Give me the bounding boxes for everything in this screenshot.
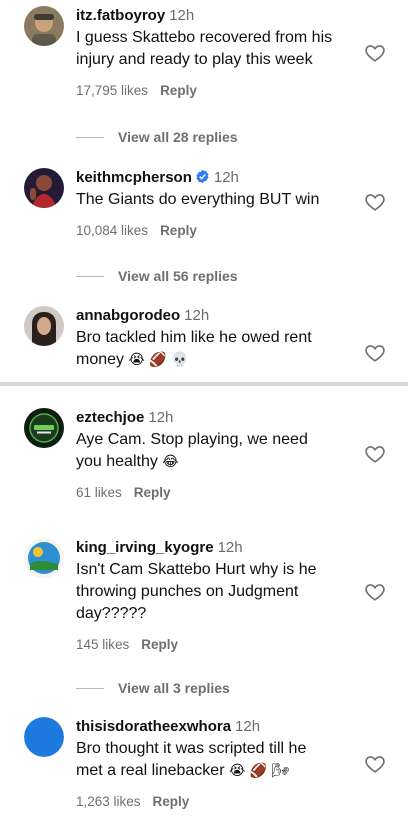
comment-time: 12h [213, 169, 239, 186]
username[interactable]: king_irving_kyogre [76, 539, 214, 556]
comments-section-bottom: eztechjoe 12h Aye Cam. Stop playing, we n… [0, 386, 408, 839]
username[interactable]: eztechjoe [76, 409, 144, 426]
comment-time: 12h [235, 718, 261, 735]
likes-count[interactable]: 10,084 likes [76, 223, 148, 238]
heart-outline-icon [365, 756, 385, 773]
comment-text: Bro tackled him like he owed rent money … [76, 327, 346, 371]
avatar[interactable] [24, 717, 64, 757]
username[interactable]: keithmcpherson [76, 169, 192, 186]
reply-button[interactable]: Reply [153, 794, 190, 809]
heart-outline-icon [365, 194, 385, 211]
likes-count[interactable]: 17,795 likes [76, 83, 148, 98]
like-button[interactable] [364, 753, 386, 775]
comment-line-text: you healthy [76, 453, 158, 470]
heart-outline-icon [365, 584, 385, 601]
emoji-group: 😂 [162, 454, 179, 470]
avatar-logo-icon [24, 408, 64, 448]
comment-line-text: money [76, 351, 125, 368]
likes-count[interactable]: 145 likes [76, 637, 129, 652]
view-replies-label: View all 28 replies [118, 129, 238, 145]
comments-section-top: itz.fatboyroy 12h I guess Skattebo recove… [0, 0, 408, 383]
replies-divider-line [76, 687, 104, 689]
comment-line: you healthy 😂 [76, 451, 346, 473]
comment-text: Isn't Cam Skattebo Hurt why is he throwi… [76, 559, 346, 625]
comment-time: 12h [169, 7, 195, 24]
likes-count[interactable]: 61 likes [76, 485, 122, 500]
replies-divider-line [76, 136, 104, 138]
verified-badge-icon [195, 169, 210, 184]
username[interactable]: annabgorodeo [76, 307, 180, 324]
comment-text: Aye Cam. Stop playing, we need you healt… [76, 429, 346, 473]
comment-text: The Giants do everything BUT win [76, 189, 346, 211]
reply-button[interactable]: Reply [134, 485, 171, 500]
comment-meta: 61 likes Reply [76, 485, 346, 500]
comment-time: 12h [184, 307, 210, 324]
username[interactable]: itz.fatboyroy [76, 7, 165, 24]
comment-line: The Giants do everything BUT win [76, 191, 320, 208]
comment-line: throwing punches on Judgment [76, 583, 299, 600]
emoji-group: 😭 🏈 🌬 [228, 763, 290, 779]
view-replies-button[interactable]: View all 3 replies [76, 679, 230, 697]
comment-line: Bro thought it was scripted till he [76, 740, 307, 757]
avatar-blank-icon [24, 717, 64, 757]
reply-button[interactable]: Reply [160, 83, 197, 98]
avatar-photo-icon [24, 306, 64, 346]
avatar[interactable] [24, 306, 64, 346]
like-button[interactable] [364, 581, 386, 603]
comment-meta: 145 likes Reply [76, 637, 346, 652]
like-button[interactable] [364, 191, 386, 213]
comment-meta: 10,084 likes Reply [76, 223, 346, 238]
comment-text: Bro thought it was scripted till he met … [76, 738, 346, 782]
comment-meta: 17,795 likes Reply [76, 83, 346, 98]
comment-line: injury and ready to play this week [76, 51, 313, 68]
avatar[interactable] [24, 168, 64, 208]
comment-time: 12h [148, 409, 174, 426]
like-button[interactable] [364, 342, 386, 364]
comment-line: Isn't Cam Skattebo Hurt why is he [76, 561, 317, 578]
view-replies-button[interactable]: View all 28 replies [76, 128, 238, 146]
like-button[interactable] [364, 443, 386, 465]
comment-text: I guess Skattebo recovered from his inju… [76, 27, 346, 71]
heart-outline-icon [365, 446, 385, 463]
avatar-photo-icon [24, 168, 64, 208]
heart-outline-icon [365, 45, 385, 62]
comment-line-text: met a real linebacker [76, 762, 225, 779]
emoji-group: 😭 🏈 💀 [128, 352, 189, 368]
avatar-photo-icon [24, 6, 64, 46]
avatar[interactable] [24, 408, 64, 448]
username[interactable]: thisisdoratheexwhora [76, 718, 231, 735]
likes-count[interactable]: 1,263 likes [76, 794, 141, 809]
view-replies-label: View all 56 replies [118, 268, 238, 284]
comment-time: 12h [217, 539, 243, 556]
avatar[interactable] [24, 6, 64, 46]
heart-outline-icon [365, 345, 385, 362]
comment-line: day????? [76, 605, 147, 622]
replies-divider-line [76, 275, 104, 277]
comment-meta: 1,263 likes Reply [76, 794, 346, 809]
like-button[interactable] [364, 42, 386, 64]
comment-line: Bro tackled him like he owed rent [76, 329, 312, 346]
avatar[interactable] [24, 538, 64, 578]
comment-line: met a real linebacker 😭 🏈 🌬 [76, 760, 346, 782]
avatar-logo-icon [24, 538, 64, 578]
comment-line: money 😭 🏈 💀 [76, 349, 346, 371]
comment-line: Aye Cam. Stop playing, we need [76, 431, 308, 448]
view-replies-label: View all 3 replies [118, 680, 230, 696]
comment-line: I guess Skattebo recovered from his [76, 29, 333, 46]
reply-button[interactable]: Reply [160, 223, 197, 238]
reply-button[interactable]: Reply [141, 637, 178, 652]
view-replies-button[interactable]: View all 56 replies [76, 267, 238, 285]
